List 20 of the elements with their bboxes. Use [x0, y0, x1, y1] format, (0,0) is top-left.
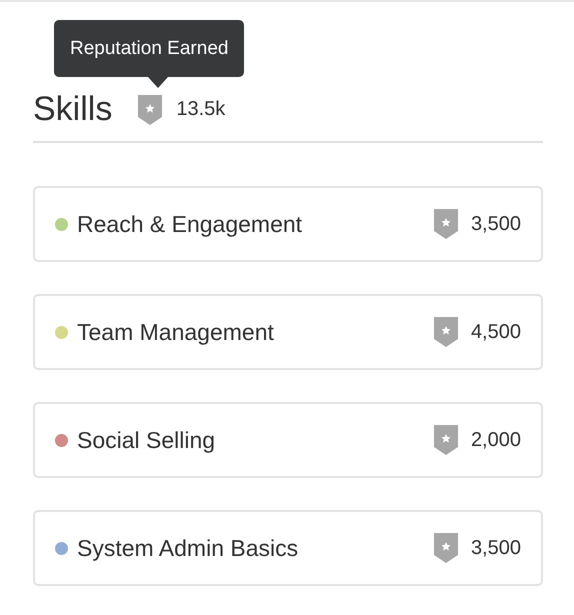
skill-name: System Admin Basics	[77, 534, 300, 562]
skill-name: Team Management	[77, 318, 275, 346]
skill-points: 3,500	[470, 212, 521, 236]
section-title: Skills	[33, 90, 112, 129]
badge-icon	[434, 209, 458, 239]
skill-card[interactable]: Social Selling 2,000	[33, 402, 543, 478]
badge-icon	[434, 425, 458, 455]
tooltip: Reputation Earned	[54, 20, 244, 77]
skill-card[interactable]: System Admin Basics 3,500	[33, 510, 543, 586]
skill-points: 4,500	[470, 320, 521, 344]
skill-points: 2,000	[470, 428, 521, 452]
skill-name: Reach & Engagement	[77, 210, 304, 238]
badge-icon	[434, 533, 458, 563]
badge-icon	[434, 317, 458, 347]
badge-icon	[138, 94, 162, 124]
reputation-total: 13.5k	[176, 98, 226, 121]
skill-card[interactable]: Reach & Engagement 3,500	[33, 186, 543, 262]
skill-points: 3,500	[470, 536, 521, 560]
skill-name: Social Selling	[77, 426, 216, 454]
skill-card[interactable]: Team Management 4,500	[33, 294, 543, 370]
